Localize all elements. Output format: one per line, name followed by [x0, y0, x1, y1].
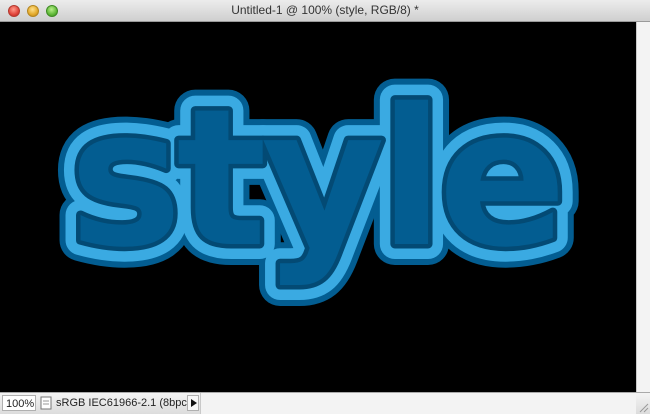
window-title: Untitled-1 @ 100% (style, RGB/8) *: [231, 3, 419, 17]
document-info-icon[interactable]: [40, 396, 52, 410]
document-canvas[interactable]: style style style style: [0, 22, 636, 392]
document-profile-info: sRGB IEC61966-2.1 (8bpc): [56, 397, 191, 409]
canvas-artwork: style style style style: [0, 22, 636, 392]
title-bar[interactable]: Untitled-1 @ 100% (style, RGB/8) *: [0, 0, 650, 22]
document-window: Untitled-1 @ 100% (style, RGB/8) * style…: [0, 0, 650, 414]
triangle-right-icon[interactable]: [187, 395, 199, 411]
vertical-scrollbar[interactable]: [636, 22, 650, 392]
resize-grip-icon[interactable]: [636, 393, 650, 414]
status-bar: 100% sRGB IEC61966-2.1 (8bpc): [0, 392, 650, 414]
horizontal-scrollbar[interactable]: [200, 393, 636, 414]
style-text-fill: style: [69, 68, 561, 289]
zoom-level-field[interactable]: 100%: [2, 395, 36, 411]
